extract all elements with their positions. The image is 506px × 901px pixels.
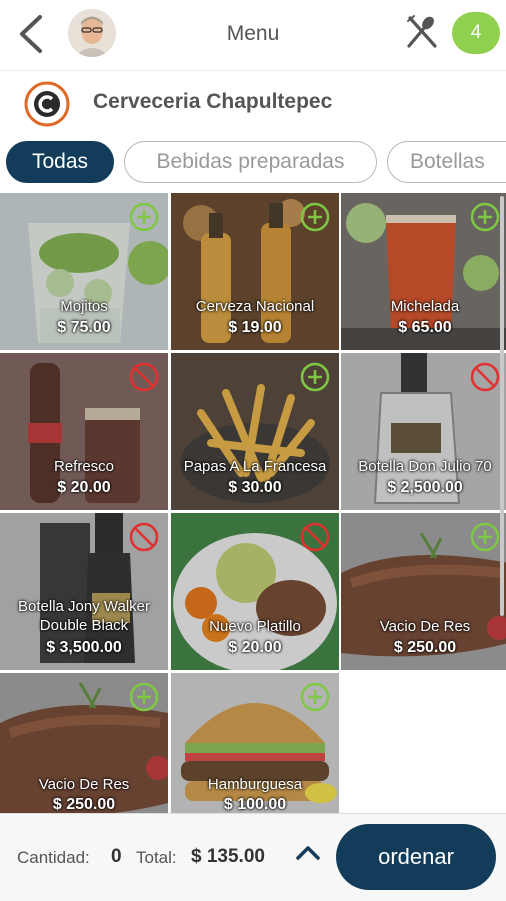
product-price: $ 20.00 <box>228 639 282 656</box>
chevron-up-icon[interactable] <box>294 842 322 864</box>
product-price: $ 65.00 <box>398 319 452 336</box>
product-name: Papas A La Francesa <box>183 458 327 475</box>
product-card[interactable]: Hamburguesa $ 100.00 <box>171 673 339 813</box>
product-card[interactable]: Nuevo Platillo $ 20.00 <box>171 513 339 670</box>
add-icon[interactable] <box>128 681 160 713</box>
product-price: $ 100.00 <box>223 796 287 813</box>
filter-chip-botellas[interactable]: Botellas <box>387 141 506 183</box>
quantity-value: 0 <box>111 846 122 867</box>
product-price: $ 250.00 <box>393 639 457 656</box>
total-value: $ 135.00 <box>191 846 265 867</box>
product-card[interactable]: Mojitos $ 75.00 <box>0 193 168 350</box>
product-name: Vacio De Res <box>38 776 130 793</box>
product-price: $ 19.00 <box>228 319 282 336</box>
add-icon[interactable] <box>469 201 501 233</box>
product-card[interactable]: Refresco $ 20.00 <box>0 353 168 510</box>
product-price: $ 75.00 <box>57 319 111 336</box>
product-card[interactable]: Vacio De Res $ 250.00 <box>0 673 168 813</box>
quantity-label: Cantidad: <box>17 848 90 867</box>
unavailable-icon <box>470 362 500 392</box>
product-price: $ 2,500.00 <box>387 479 463 496</box>
product-price: $ 20.00 <box>57 479 111 496</box>
product-name: Hamburguesa <box>207 776 303 793</box>
product-card[interactable]: Botella Jony Walker Double Black $ 3,500… <box>0 513 168 670</box>
scrollbar[interactable] <box>500 196 504 616</box>
product-price: $ 3,500.00 <box>46 639 122 656</box>
product-name: Nuevo Platillo <box>209 618 301 635</box>
product-card[interactable]: Michelada $ 65.00 <box>341 193 506 350</box>
add-icon[interactable] <box>128 201 160 233</box>
restaurant-name: Cerveceria Chapultepec <box>93 90 333 113</box>
product-price: $ 30.00 <box>228 479 282 496</box>
product-card[interactable]: Vacio De Res $ 250.00 <box>341 513 506 670</box>
product-card[interactable]: Papas A La Francesa $ 30.00 <box>171 353 339 510</box>
unavailable-icon <box>129 522 159 552</box>
unavailable-icon <box>300 522 330 552</box>
filter-chip-todas[interactable]: Todas <box>6 141 114 183</box>
product-name: Mojitos <box>60 298 108 315</box>
product-name: Cerveza Nacional <box>195 298 315 315</box>
utensils-icon[interactable] <box>404 14 440 50</box>
restaurant-logo <box>24 81 70 127</box>
add-icon[interactable] <box>469 521 501 553</box>
unavailable-icon <box>129 362 159 392</box>
category-filters: Todas Bebidas preparadas Botellas <box>0 133 506 191</box>
add-icon[interactable] <box>299 361 331 393</box>
top-bar: Menu 4 <box>0 0 506 71</box>
total-label: Total: <box>136 848 177 867</box>
product-name: Vacio De Res <box>379 618 471 635</box>
order-button[interactable]: ordenar <box>336 824 496 890</box>
cart-count-badge[interactable]: 4 <box>452 12 500 54</box>
product-card[interactable]: Cerveza Nacional $ 19.00 <box>171 193 339 350</box>
add-icon[interactable] <box>299 681 331 713</box>
product-name: Botella Jony Walker Double Black <box>18 598 150 634</box>
product-name: Michelada <box>390 298 460 315</box>
add-icon[interactable] <box>299 201 331 233</box>
product-name: Botella Don Julio 70 <box>358 458 492 475</box>
filter-chip-bebidas-preparadas[interactable]: Bebidas preparadas <box>124 141 377 183</box>
product-name: Refresco <box>53 458 115 475</box>
product-price: $ 250.00 <box>52 796 116 813</box>
product-grid: Mojitos $ 75.00 Cerveza Nacional $ 19.00 <box>0 193 506 813</box>
product-card[interactable]: Botella Don Julio 70 $ 2,500.00 <box>341 353 506 510</box>
